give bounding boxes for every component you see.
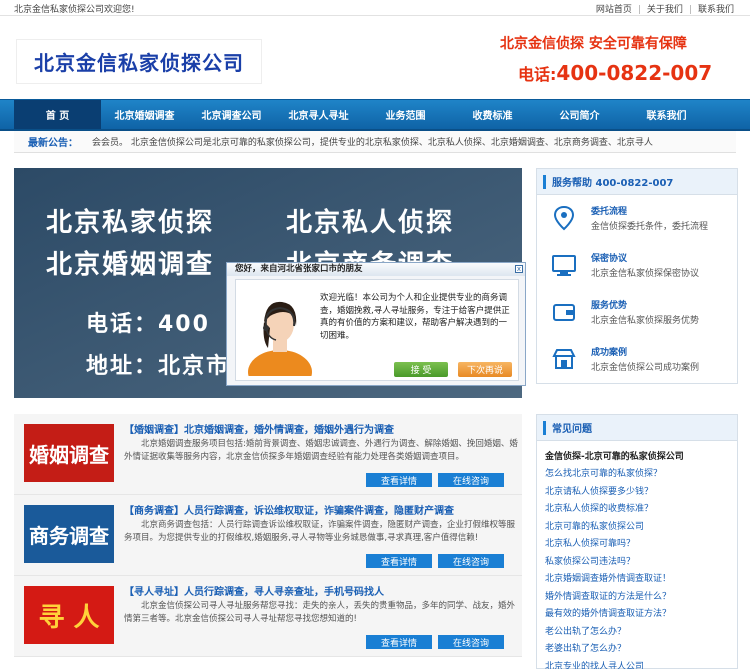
view-details-button[interactable]: 查看详情	[366, 635, 432, 649]
nav-fees[interactable]: 收费标准	[449, 100, 536, 129]
service-desc: 北京金信侦探公司寻人寻址服务帮您寻找：走失的亲人，丢失的贵重物品，多年的同学、战…	[124, 601, 516, 624]
faq-link[interactable]: 老公出轨了怎么办？	[545, 624, 737, 642]
faq-link[interactable]: 私家侦探公司违法吗？	[545, 554, 737, 572]
header-promo: 北京金信侦探 安全可靠有保障 电话:400-0822-007	[500, 25, 742, 100]
nav-business-scope[interactable]: 业务范围	[362, 100, 449, 129]
monitor-icon	[549, 250, 579, 280]
sidebar-item-privacy[interactable]: 保密协议 北京金信私家侦探保密协议	[537, 242, 737, 289]
nav-find-people[interactable]: 北京寻人寻址	[275, 100, 362, 129]
notice-label: 最新公告：	[28, 138, 78, 149]
service-title[interactable]: 【商务调查】人员行踪调查，诉讼维权取证，诈骗案件调查，隐匿财产调查	[124, 502, 454, 517]
banner-line-2: 北京私人侦探	[286, 208, 455, 238]
banner-line-5: 电话：400	[86, 312, 210, 337]
service-item-marriage: 婚姻调查 【婚姻调查】北京婚姻调查，婚外情调查，婚姻外遇行为调查 北京婚姻调查服…	[14, 414, 522, 495]
service-desc: 北京婚姻调查服务项目包括:婚前背景调查、婚姻忠诚调查、外遇行为调查、解除婚姻、挽…	[124, 439, 518, 462]
sidebar-item-title: 保密协议	[591, 254, 628, 264]
popup-title: 您好，来自河北省张家口市的朋友	[227, 263, 525, 276]
sidebar: 服务帮助 400-0822-007 委托流程 金信侦探委托条件，委托流程 保密协…	[536, 168, 738, 384]
nav-about[interactable]: 公司简介	[536, 100, 623, 129]
wallet-icon	[549, 297, 579, 327]
banner-line-6: 地址：北京市	[86, 354, 231, 379]
banner-line-1: 北京私家侦探	[46, 208, 215, 238]
faq-title: 常见问题	[552, 424, 592, 435]
online-consult-button[interactable]: 在线咨询	[438, 473, 504, 487]
top-bar: 北京金信私家侦探公司欢迎您! 网站首页 | 关于我们 | 联系我们	[0, 0, 750, 16]
sidebar-item-title: 成功案例	[591, 348, 628, 358]
service-help-box: 服务帮助 400-0822-007 委托流程 金信侦探委托条件，委托流程 保密协…	[536, 168, 738, 384]
service-image-text: 商务调查	[29, 523, 109, 548]
services-list: 婚姻调查 【婚姻调查】北京婚姻调查，婚外情调查，婚姻外遇行为调查 北京婚姻调查服…	[14, 414, 522, 657]
banner-line-3: 北京婚姻调查	[46, 250, 215, 280]
view-details-button[interactable]: 查看详情	[366, 554, 432, 568]
later-button[interactable]: 下次再说	[458, 362, 512, 377]
sidebar-item-title: 委托流程	[591, 207, 628, 217]
sidebar-item-title: 服务优势	[591, 301, 628, 311]
service-title[interactable]: 【婚姻调查】北京婚姻调查，婚外情调查，婚姻外遇行为调查	[124, 421, 394, 436]
faq-box: 常见问题 金信侦探-北京可靠的私家侦探公司 怎么找北京可靠的私家侦探？ 北京请私…	[536, 414, 738, 669]
sidebar-item-desc: 北京金信私家侦探服务优势	[591, 316, 700, 326]
main-nav: 首 页 北京婚姻调查 北京调查公司 北京寻人寻址 业务范围 收费标准 公司简介 …	[0, 99, 750, 131]
location-icon	[549, 203, 579, 233]
notice-text[interactable]: 会会员。 北京金信侦探公司是北京可靠的私家侦探公司，提供专业的北京私家侦探、北京…	[92, 135, 653, 148]
service-image-text: 婚姻调查	[29, 442, 109, 467]
top-links: 网站首页 | 关于我们 | 联系我们	[590, 2, 740, 15]
nav-home[interactable]: 首 页	[14, 100, 101, 129]
faq-link[interactable]: 北京婚姻调查婚外情调查取证！	[545, 571, 737, 589]
service-help-title: 服务帮助 400-0822-007	[552, 178, 674, 189]
faq-list: 怎么找北京可靠的私家侦探？ 北京请私人侦探要多少钱？ 北京私人侦探的收费标准？ …	[537, 462, 737, 669]
service-image[interactable]: 婚姻调查	[24, 424, 114, 482]
close-icon[interactable]: x	[515, 265, 523, 273]
sidebar-item-advantage[interactable]: 服务优势 北京金信私家侦探服务优势	[537, 289, 737, 336]
view-details-button[interactable]: 查看详情	[366, 473, 432, 487]
store-icon	[549, 344, 579, 374]
faq-link[interactable]: 北京可靠的私家侦探公司	[545, 519, 737, 537]
nav-investigation[interactable]: 北京调查公司	[188, 100, 275, 129]
service-item-find-people: 寻 人 【寻人寻址】人员行踪调查，寻人寻亲查址，手机号码找人 北京金信侦探公司寻…	[14, 576, 522, 657]
online-consult-button[interactable]: 在线咨询	[438, 635, 504, 649]
sidebar-item-process[interactable]: 委托流程 金信侦探委托条件，委托流程	[537, 195, 737, 242]
sidebar-item-desc: 北京金信侦探公司成功案例	[591, 363, 700, 373]
sidebar-item-cases[interactable]: 成功案例 北京金信侦探公司成功案例	[537, 336, 737, 383]
service-help-header: 服务帮助 400-0822-007	[537, 169, 737, 195]
welcome-text: 北京金信私家侦探公司欢迎您!	[14, 5, 135, 15]
service-desc: 北京商务调查包括：人员行踪调查诉讼维权取证，诈骗案件调查，隐匿财产调查，企业打假…	[124, 520, 516, 543]
nav-contact[interactable]: 联系我们	[623, 100, 710, 129]
operator-avatar	[248, 301, 312, 376]
nav-marriage[interactable]: 北京婚姻调查	[101, 100, 188, 129]
sidebar-item-desc: 金信侦探委托条件，委托流程	[591, 222, 709, 232]
faq-header: 常见问题	[537, 415, 737, 441]
faq-link[interactable]: 北京专业的找人寻人公司	[545, 659, 737, 669]
faq-link[interactable]: 最有效的婚外情调查取证方法？	[545, 606, 737, 624]
phone-label: 电话:	[518, 65, 557, 84]
top-link-about[interactable]: 关于我们	[641, 5, 689, 15]
popup-message: 欢迎光临！本公司为个人和企业提供专业的商务调查，婚姻挽救,寻人寻址服务，专注于给…	[320, 293, 510, 341]
sidebar-item-desc: 北京金信私家侦探保密协议	[591, 269, 700, 279]
service-title[interactable]: 【寻人寻址】人员行踪调查，寻人寻亲查址，手机号码找人	[124, 583, 384, 598]
faq-link[interactable]: 婚外情调查取证的方法是什么？	[545, 589, 737, 607]
top-link-contact[interactable]: 联系我们	[692, 5, 740, 15]
service-image[interactable]: 商务调查	[24, 505, 114, 563]
accept-button[interactable]: 接 受	[394, 362, 448, 377]
faq-link[interactable]: 北京私人侦探的收费标准？	[545, 501, 737, 519]
faq-link[interactable]: 怎么找北京可靠的私家侦探？	[545, 466, 737, 484]
faq-link[interactable]: 北京私人侦探可靠吗？	[545, 536, 737, 554]
header-slogan: 北京金信侦探 安全可靠有保障	[500, 36, 687, 52]
logo-text: 北京金信私家侦探公司	[34, 51, 244, 75]
chat-popup: 您好，来自河北省张家口市的朋友 x 欢迎光临！本公司为个人和企业提供专业的商务调…	[226, 262, 526, 386]
online-consult-button[interactable]: 在线咨询	[438, 554, 504, 568]
notice-bar: 最新公告： 会会员。 北京金信侦探公司是北京可靠的私家侦探公司，提供专业的北京私…	[14, 131, 736, 153]
header-phone: 电话:400-0822-007	[518, 61, 712, 85]
faq-subtitle: 金信侦探-北京可靠的私家侦探公司	[545, 452, 684, 462]
service-image[interactable]: 寻 人	[24, 586, 114, 644]
top-link-home[interactable]: 网站首页	[590, 5, 638, 15]
service-item-business: 商务调查 【商务调查】人员行踪调查，诉讼维权取证，诈骗案件调查，隐匿财产调查 北…	[14, 495, 522, 576]
phone-number: 400-0822-007	[556, 61, 713, 85]
faq-link[interactable]: 北京请私人侦探要多少钱？	[545, 484, 737, 502]
faq-link[interactable]: 老婆出轨了怎么办？	[545, 641, 737, 659]
logo[interactable]: 北京金信私家侦探公司	[16, 39, 262, 84]
header: 北京金信私家侦探公司 北京金信侦探 安全可靠有保障 电话:400-0822-00…	[0, 17, 750, 99]
popup-body: 欢迎光临！本公司为个人和企业提供专业的商务调查，婚姻挽救,寻人寻址服务，专注于给…	[235, 279, 519, 381]
service-image-text: 寻 人	[38, 602, 100, 633]
